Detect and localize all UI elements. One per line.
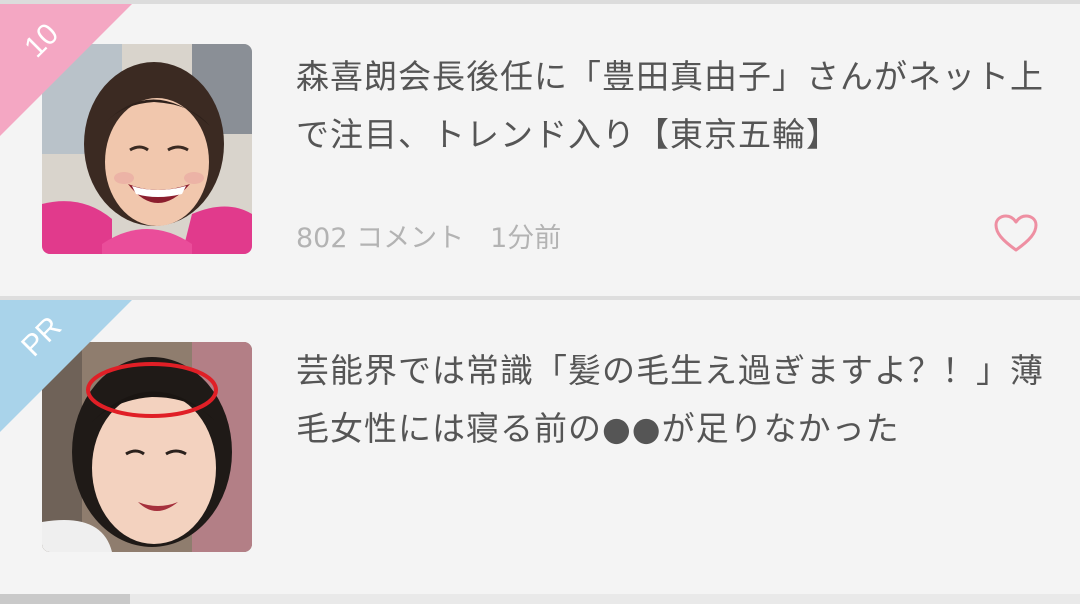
pr-ribbon: PR [0, 300, 132, 432]
sponsored-headline[interactable]: 芸能界では常識「髪の毛生え過ぎますよ？！」薄毛女性には寝る前の●●が足りなかった [296, 342, 1046, 458]
comment-count: 802 コメント [296, 223, 465, 254]
next-ribbon-edge [0, 594, 130, 604]
rank-ribbon: 10 [0, 4, 132, 136]
bottom-divider [0, 594, 1080, 604]
heart-outline-icon[interactable] [994, 214, 1038, 254]
sponsored-card[interactable]: PR 芸能界では常識「髪の毛生え過ぎますよ？！」薄毛女性には寝る前の●●が足りな… [0, 300, 1080, 594]
article-card[interactable]: 10 森喜朗会長後任に「豊田真由子」さんがネット上で注目、トレンド入り【東京五輪… [0, 4, 1080, 296]
article-headline[interactable]: 森喜朗会長後任に「豊田真由子」さんがネット上で注目、トレンド入り【東京五輪】 [296, 48, 1046, 164]
article-meta: 802 コメント 1分前 [296, 216, 561, 255]
post-time: 1分前 [490, 223, 562, 254]
article-feed: 10 森喜朗会長後任に「豊田真由子」さんがネット上で注目、トレンド入り【東京五輪… [0, 0, 1080, 604]
